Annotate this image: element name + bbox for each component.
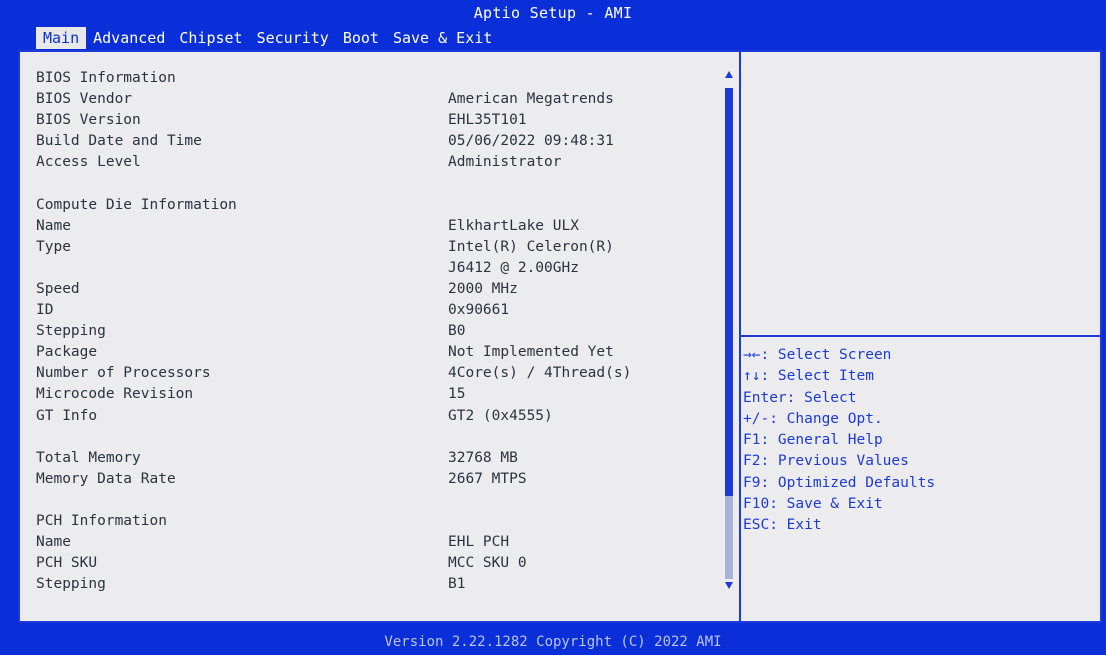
- info-value: ElkhartLake ULX: [448, 217, 579, 234]
- tab-boot[interactable]: Boot: [336, 27, 386, 49]
- info-row: Type Intel(R) Celeron(R): [36, 239, 726, 260]
- info-label: Stepping: [36, 576, 106, 593]
- info-value: Administrator: [448, 154, 562, 171]
- app-title: Aptio Setup - AMI: [473, 4, 633, 22]
- info-value: Not Implemented Yet: [448, 344, 614, 361]
- info-value: 4Core(s) / 4Thread(s): [448, 365, 632, 382]
- info-value: EHL35T101: [448, 112, 527, 129]
- info-row: Stepping B1: [36, 576, 726, 597]
- tab-main[interactable]: Main: [36, 27, 87, 49]
- info-row: GT Info GT2 (0x4555): [36, 408, 726, 429]
- info-label: Microcode Revision: [36, 386, 194, 403]
- info-row: Number of Processors 4Core(s) / 4Thread(s…: [36, 365, 726, 386]
- scroll-track[interactable]: [725, 496, 733, 579]
- info-row: Name EHL PCH: [36, 534, 726, 555]
- scrollbar[interactable]: [723, 71, 737, 591]
- info-label: PCH Information: [36, 512, 167, 529]
- tab-chipset[interactable]: Chipset: [172, 27, 249, 49]
- info-row: Total Memory 32768 MB: [36, 450, 726, 471]
- info-value: B0: [448, 323, 466, 340]
- help-line: Enter: Select: [743, 389, 857, 406]
- info-label: Name: [36, 534, 71, 551]
- info-label: Type: [36, 238, 71, 255]
- scroll-down-arrow-icon[interactable]: [725, 582, 733, 589]
- version-text: Version 2.22.1282 Copyright (C) 2022 AMI: [384, 634, 722, 650]
- bios-info-list: BIOS Information BIOS Vendor American Mega…: [36, 70, 726, 597]
- help-line: →←: Select Screen: [743, 347, 892, 363]
- info-value: MCC SKU 0: [448, 555, 527, 572]
- info-label: BIOS Information: [36, 70, 176, 86]
- help-line: F10: Save & Exit: [743, 496, 883, 513]
- main-panel: BIOS Information BIOS Vendor American Mega…: [18, 50, 1102, 623]
- info-row: Speed 2000 MHz: [36, 281, 726, 302]
- info-row: Memory Data Rate 2667 MTPS: [36, 471, 726, 492]
- tab-save-exit[interactable]: Save & Exit: [386, 27, 499, 49]
- info-row: ID 0x90661: [36, 302, 726, 323]
- help-divider: [741, 335, 1102, 337]
- info-row: PCH SKU MCC SKU 0: [36, 555, 726, 576]
- info-value: B1: [448, 576, 466, 593]
- info-row: BIOS Vendor American Megatrends: [36, 91, 726, 112]
- info-label: Package: [36, 344, 98, 361]
- tab-advanced[interactable]: Advanced: [86, 27, 172, 49]
- info-row: Name ElkhartLake ULX: [36, 218, 726, 239]
- info-row: Compute Die Information: [36, 197, 726, 218]
- info-value: 2667 MTPS: [448, 470, 527, 487]
- info-row: Microcode Revision 15: [36, 386, 726, 407]
- key-help-list: →←: Select Screen ↑↓: Select Item Enter: S…: [743, 345, 1093, 537]
- help-line: +/-: Change Opt.: [743, 410, 883, 427]
- info-row: Access Level Administrator: [36, 154, 726, 175]
- help-line: ↑↓: Select Item: [743, 368, 874, 385]
- info-label: Speed: [36, 280, 80, 297]
- info-label: Access Level: [36, 154, 141, 171]
- info-label: Memory Data Rate: [36, 470, 176, 487]
- info-value: 32768 MB: [448, 449, 518, 466]
- title-bar: Aptio Setup - AMI Main Advanced Chipset …: [0, 0, 1106, 50]
- info-value: 2000 MHz: [448, 280, 518, 297]
- info-label: BIOS Version: [36, 112, 141, 129]
- info-value: 05/06/2022 09:48:31: [448, 133, 614, 150]
- info-label: Total Memory: [36, 449, 141, 466]
- info-row: Build Date and Time 05/06/2022 09:48:31: [36, 133, 726, 154]
- info-label: ID: [36, 302, 54, 319]
- info-value: American Megatrends: [448, 91, 614, 108]
- info-row: [36, 492, 726, 513]
- info-row: J6412 @ 2.00GHz: [36, 260, 726, 281]
- help-line: F2: Previous Values: [743, 453, 909, 470]
- info-row: PCH Information: [36, 513, 726, 534]
- info-value: Intel(R) Celeron(R): [448, 238, 614, 255]
- info-label: PCH SKU: [36, 555, 98, 572]
- scroll-up-arrow-icon[interactable]: [725, 71, 733, 78]
- info-row: [36, 175, 726, 196]
- tab-bar: Main Advanced Chipset Security Boot Save…: [36, 27, 499, 49]
- info-label: BIOS Vendor: [36, 91, 133, 108]
- info-value: 15: [448, 386, 466, 403]
- help-line: F1: General Help: [743, 432, 883, 449]
- info-row: BIOS Information: [36, 70, 726, 91]
- info-row: Stepping B0: [36, 323, 726, 344]
- info-label: Stepping: [36, 323, 106, 340]
- info-label: Number of Processors: [36, 365, 211, 382]
- help-line: ESC: Exit: [743, 517, 822, 534]
- info-value: J6412 @ 2.00GHz: [448, 259, 579, 276]
- info-value: EHL PCH: [448, 534, 510, 551]
- info-label: Name: [36, 217, 71, 234]
- tab-security[interactable]: Security: [250, 27, 336, 49]
- info-row: [36, 429, 726, 450]
- info-value: GT2 (0x4555): [448, 407, 553, 424]
- scroll-thumb[interactable]: [725, 88, 733, 496]
- info-label: GT Info: [36, 407, 98, 424]
- info-row: BIOS Version EHL35T101: [36, 112, 726, 133]
- info-label: Compute Die Information: [36, 196, 237, 213]
- help-line: F9: Optimized Defaults: [743, 474, 936, 491]
- status-bar: Version 2.22.1282 Copyright (C) 2022 AMI: [0, 628, 1106, 655]
- info-value: 0x90661: [448, 302, 510, 319]
- info-row: Package Not Implemented Yet: [36, 344, 726, 365]
- info-label: Build Date and Time: [36, 133, 202, 150]
